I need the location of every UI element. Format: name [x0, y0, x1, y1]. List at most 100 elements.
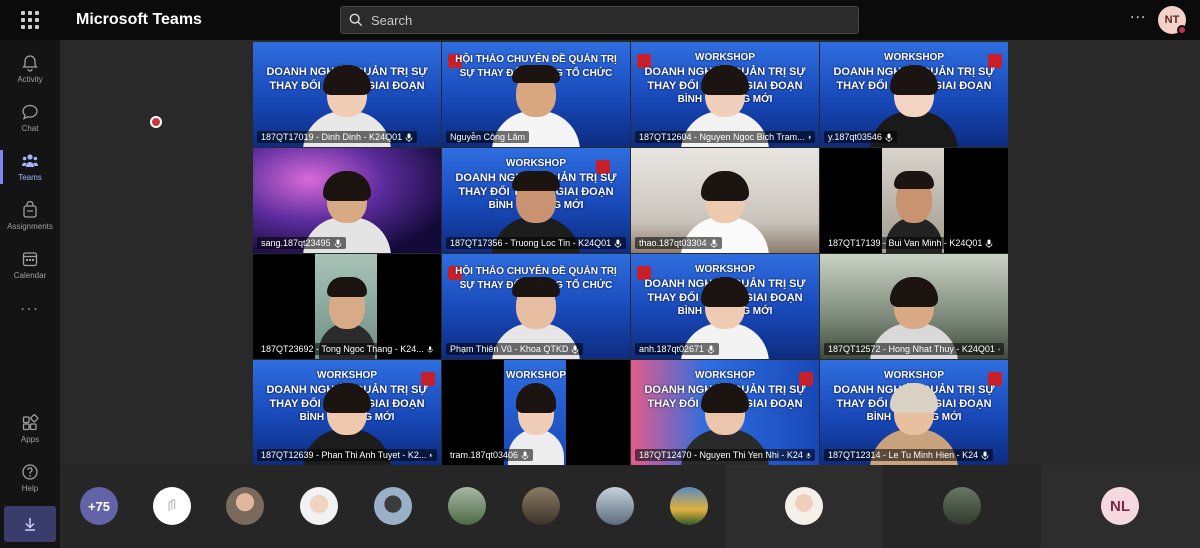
participant-name-text: 187QT17356 - Truong Loc Tin - K24Q01	[450, 238, 612, 248]
banner-text: WORKSHOP	[695, 264, 755, 275]
overflow-participants-button[interactable]: +75	[80, 487, 118, 525]
video-tile[interactable]: WORKSHOP DOANH NGHIỆP QUẢN TRỊ SỰ THAY Đ…	[631, 42, 819, 147]
rail-item-chat[interactable]: Chat	[0, 95, 60, 141]
mic-icon	[429, 453, 433, 458]
participant-name: anh.187qt02671	[635, 343, 720, 355]
participant-avatar[interactable]	[448, 487, 486, 525]
participant-name: 187QT12470 - Nguyen Thi Yen Nhi - K24	[635, 449, 815, 461]
rail-label: Chat	[21, 124, 39, 133]
rail-label: Apps	[20, 435, 40, 444]
banner-text: WORKSHOP	[317, 370, 377, 381]
app-title: Microsoft Teams	[76, 11, 202, 28]
participant-name: 187QT23692 - Tong Ngoc Thang - K24...	[257, 343, 437, 355]
participant-name: 187QT12314 - Le Tu Minh Hien - K24	[824, 449, 994, 461]
search-input[interactable]	[371, 12, 831, 28]
mic-icon	[707, 345, 715, 354]
participant-name-text: anh.187qt02671	[639, 344, 705, 354]
app-launcher-icon[interactable]	[0, 0, 60, 40]
video-tile[interactable]: WORKSHOP DOANH NGHIỆP QUẢN TRỊ SỰ THAY Đ…	[820, 360, 1008, 465]
participant-avatar[interactable]	[300, 487, 338, 525]
video-tile[interactable]: WORKSHOP DOANH NGHIỆP QUẢN TRỊ SỰ THAY Đ…	[820, 42, 1008, 147]
rail-item-help[interactable]: Help	[0, 455, 60, 501]
participant-name: thao.187qt03304	[635, 237, 722, 249]
hand-icon	[168, 499, 176, 511]
video-tile[interactable]: 187QT23692 - Tong Ngoc Thang - K24...	[253, 254, 441, 359]
participant-name: y.187qt03546	[824, 131, 897, 143]
rail-item-calendar[interactable]: Calendar	[0, 242, 60, 288]
participant-name: 187QT12604 - Nguyen Ngoc Bich Tram...	[635, 131, 815, 143]
app-rail: Activity Chat Teams Assignments Calendar…	[0, 40, 60, 548]
rail-item-activity[interactable]: Activity	[0, 46, 60, 92]
participant-name: 187QT17356 - Truong Loc Tin - K24Q01	[446, 237, 626, 249]
mic-icon	[885, 133, 893, 142]
participant-name-text: sang.187qt23495	[261, 238, 331, 248]
participant-avatar[interactable]	[226, 487, 264, 525]
banner-text: WORKSHOP	[695, 370, 755, 381]
participant-avatar[interactable]	[153, 487, 191, 525]
teams-icon	[22, 154, 38, 167]
participant-name: 187QT12572 - Hong Nhat Thuy - K24Q01	[824, 343, 1004, 355]
video-tile[interactable]: WORKSHOP DOANH NGHIỆP QUẢN TRỊ SỰ THAY Đ…	[442, 148, 630, 253]
video-tile[interactable]: sang.187qt23495	[253, 148, 441, 253]
participant-name-text: 187QT12639 - Phan Thi Anh Tuyet - K2...	[261, 450, 427, 460]
video-tile[interactable]: 187QT12572 - Hong Nhat Thuy - K24Q01	[820, 254, 1008, 359]
download-button[interactable]	[4, 506, 56, 542]
user-avatar[interactable]: NT	[1158, 6, 1187, 35]
participant-name-text: 187QT12604 - Nguyen Ngoc Bich Tram...	[639, 132, 805, 142]
rail-item-teams[interactable]: Teams	[0, 144, 60, 190]
participant-name: tram.187qt03406	[446, 449, 534, 461]
participant-name-text: Nguyễn Công Lâm	[450, 132, 526, 142]
rail-label: Teams	[18, 173, 42, 182]
video-tile[interactable]: HỘI THẢO CHUYÊN ĐỀ QUẢN TRỊ SỰ THAY ĐỔI …	[442, 42, 630, 147]
mic-icon	[710, 239, 717, 248]
video-tile[interactable]: thao.187qt03304	[631, 148, 819, 253]
participant-avatar[interactable]	[785, 487, 823, 525]
participant-avatar[interactable]	[374, 487, 412, 525]
more-options-button[interactable]: ···	[1130, 10, 1146, 26]
mic-icon	[986, 239, 993, 248]
video-tile[interactable]: WORKSHOP DOANH NGHIỆP QUẢN TRỊ SỰ THAY Đ…	[631, 360, 819, 465]
rail-label: Assignments	[7, 222, 53, 231]
mic-icon	[405, 133, 413, 142]
mic-icon	[981, 451, 989, 460]
participant-avatar[interactable]	[522, 487, 560, 525]
overflow-count: +75	[87, 498, 111, 514]
mic-icon	[334, 239, 341, 248]
participant-name: 187QT17019 - Dinh Dinh - K24Q01	[257, 131, 418, 143]
banner-text: WORKSHOP	[506, 370, 566, 381]
download-icon	[25, 518, 35, 531]
participant-name-text: 187QT17139 - Bui Van Minh - K24Q01	[828, 238, 983, 248]
rail-item-assignments[interactable]: Assignments	[0, 193, 60, 239]
search-box[interactable]	[340, 6, 859, 34]
bell-icon	[22, 55, 38, 72]
video-tile[interactable]: DOANH NGHIỆP QUẢN TRỊ SỰ THAY ĐỔI TRONG …	[253, 42, 441, 147]
participant-avatar[interactable]	[670, 487, 708, 525]
status-busy-icon	[1177, 25, 1187, 35]
calendar-icon	[22, 252, 38, 267]
user-initials: NT	[1164, 14, 1180, 26]
video-tile[interactable]: WORKSHOP DOANH NGHIỆP QUẢN TRỊ SỰ THAY Đ…	[631, 254, 819, 359]
participant-avatar[interactable]: NL	[1101, 487, 1139, 525]
video-tile[interactable]: 187QT17139 - Bui Van Minh - K24Q01	[820, 148, 1008, 253]
participant-avatar[interactable]	[596, 487, 634, 525]
help-icon	[22, 464, 38, 480]
participant-initials: NL	[1110, 497, 1130, 515]
video-tile[interactable]: HỘI THẢO CHUYÊN ĐỀ QUẢN TRỊ SỰ THAY ĐỔI …	[442, 254, 630, 359]
rail-item-apps[interactable]: Apps	[0, 406, 60, 452]
more-apps-button[interactable]: ···	[0, 302, 60, 318]
participant-name: Phạm Thiên Vũ - Khoa QTKD	[446, 343, 584, 355]
video-tile[interactable]: WORKSHOP DOANH NGHIỆP QUẢN TRỊ SỰ THAY Đ…	[253, 360, 441, 465]
mic-icon	[521, 451, 529, 460]
banner-text: WORKSHOP	[884, 370, 944, 381]
title-bar: Microsoft Teams ··· NT	[0, 0, 1200, 40]
participant-name: Nguyễn Công Lâm	[446, 131, 530, 143]
participant-strip: +75 NL	[60, 465, 1200, 548]
participant-avatar[interactable]	[943, 487, 981, 525]
assignments-icon	[23, 201, 37, 218]
participant-name-text: tram.187qt03406	[450, 450, 519, 460]
banner-text: WORKSHOP	[506, 158, 566, 169]
video-tile[interactable]: WORKSHOP tram.187qt03406	[442, 360, 630, 465]
participant-name: sang.187qt23495	[257, 237, 346, 249]
search-icon	[349, 13, 363, 27]
participant-name-text: thao.187qt03304	[639, 238, 707, 248]
